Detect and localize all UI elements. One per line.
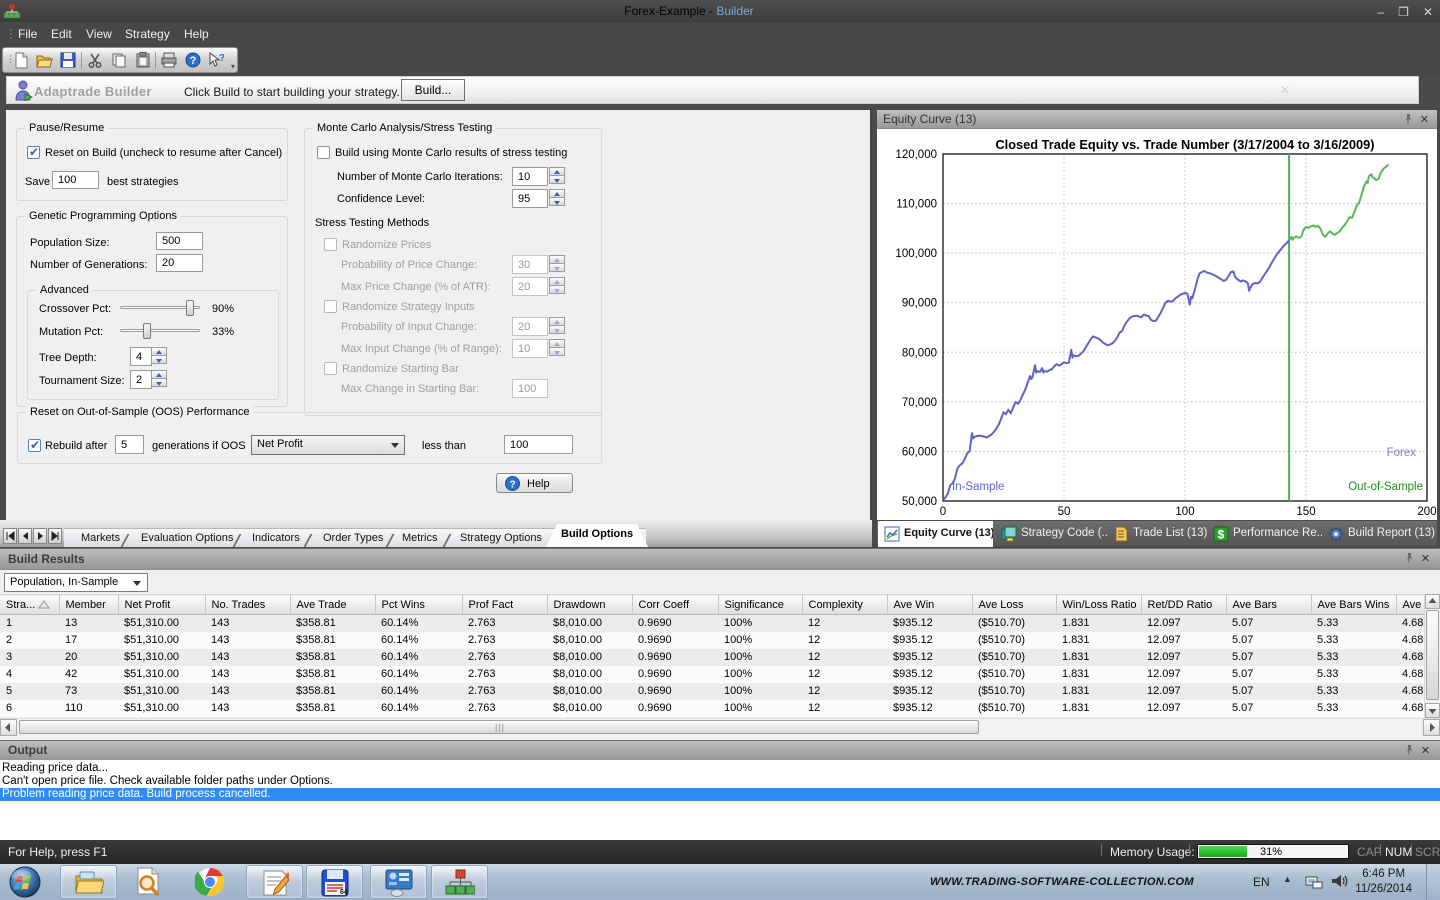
- svg-text:100,000: 100,000: [895, 248, 937, 260]
- svg-text:100: 100: [1175, 506, 1194, 518]
- svg-text:$: $: [1218, 528, 1225, 542]
- svg-text:0: 0: [940, 506, 946, 518]
- svg-text:60,000: 60,000: [902, 446, 937, 458]
- svg-text:200: 200: [1417, 506, 1436, 518]
- svg-text:In-Sample: In-Sample: [952, 481, 1004, 493]
- svg-text:Closed Trade Equity vs. Trade: Closed Trade Equity vs. Trade Number (3/…: [995, 137, 1374, 152]
- svg-text:120,000: 120,000: [895, 149, 937, 161]
- svg-text:50,000: 50,000: [902, 496, 937, 508]
- svg-text:90,000: 90,000: [902, 298, 937, 310]
- svg-text:110,000: 110,000: [896, 199, 937, 211]
- svg-text:50: 50: [1058, 506, 1071, 518]
- svg-text:80,000: 80,000: [902, 347, 937, 359]
- svg-text:?: ?: [190, 55, 197, 67]
- svg-text:64: 64: [340, 889, 348, 896]
- svg-text:70,000: 70,000: [902, 397, 937, 409]
- svg-text:150: 150: [1296, 506, 1315, 518]
- svg-text:?: ?: [509, 480, 515, 491]
- svg-text:Out-of-Sample: Out-of-Sample: [1348, 481, 1423, 493]
- svg-text:?: ?: [219, 53, 224, 64]
- svg-text:Forex: Forex: [1387, 447, 1417, 459]
